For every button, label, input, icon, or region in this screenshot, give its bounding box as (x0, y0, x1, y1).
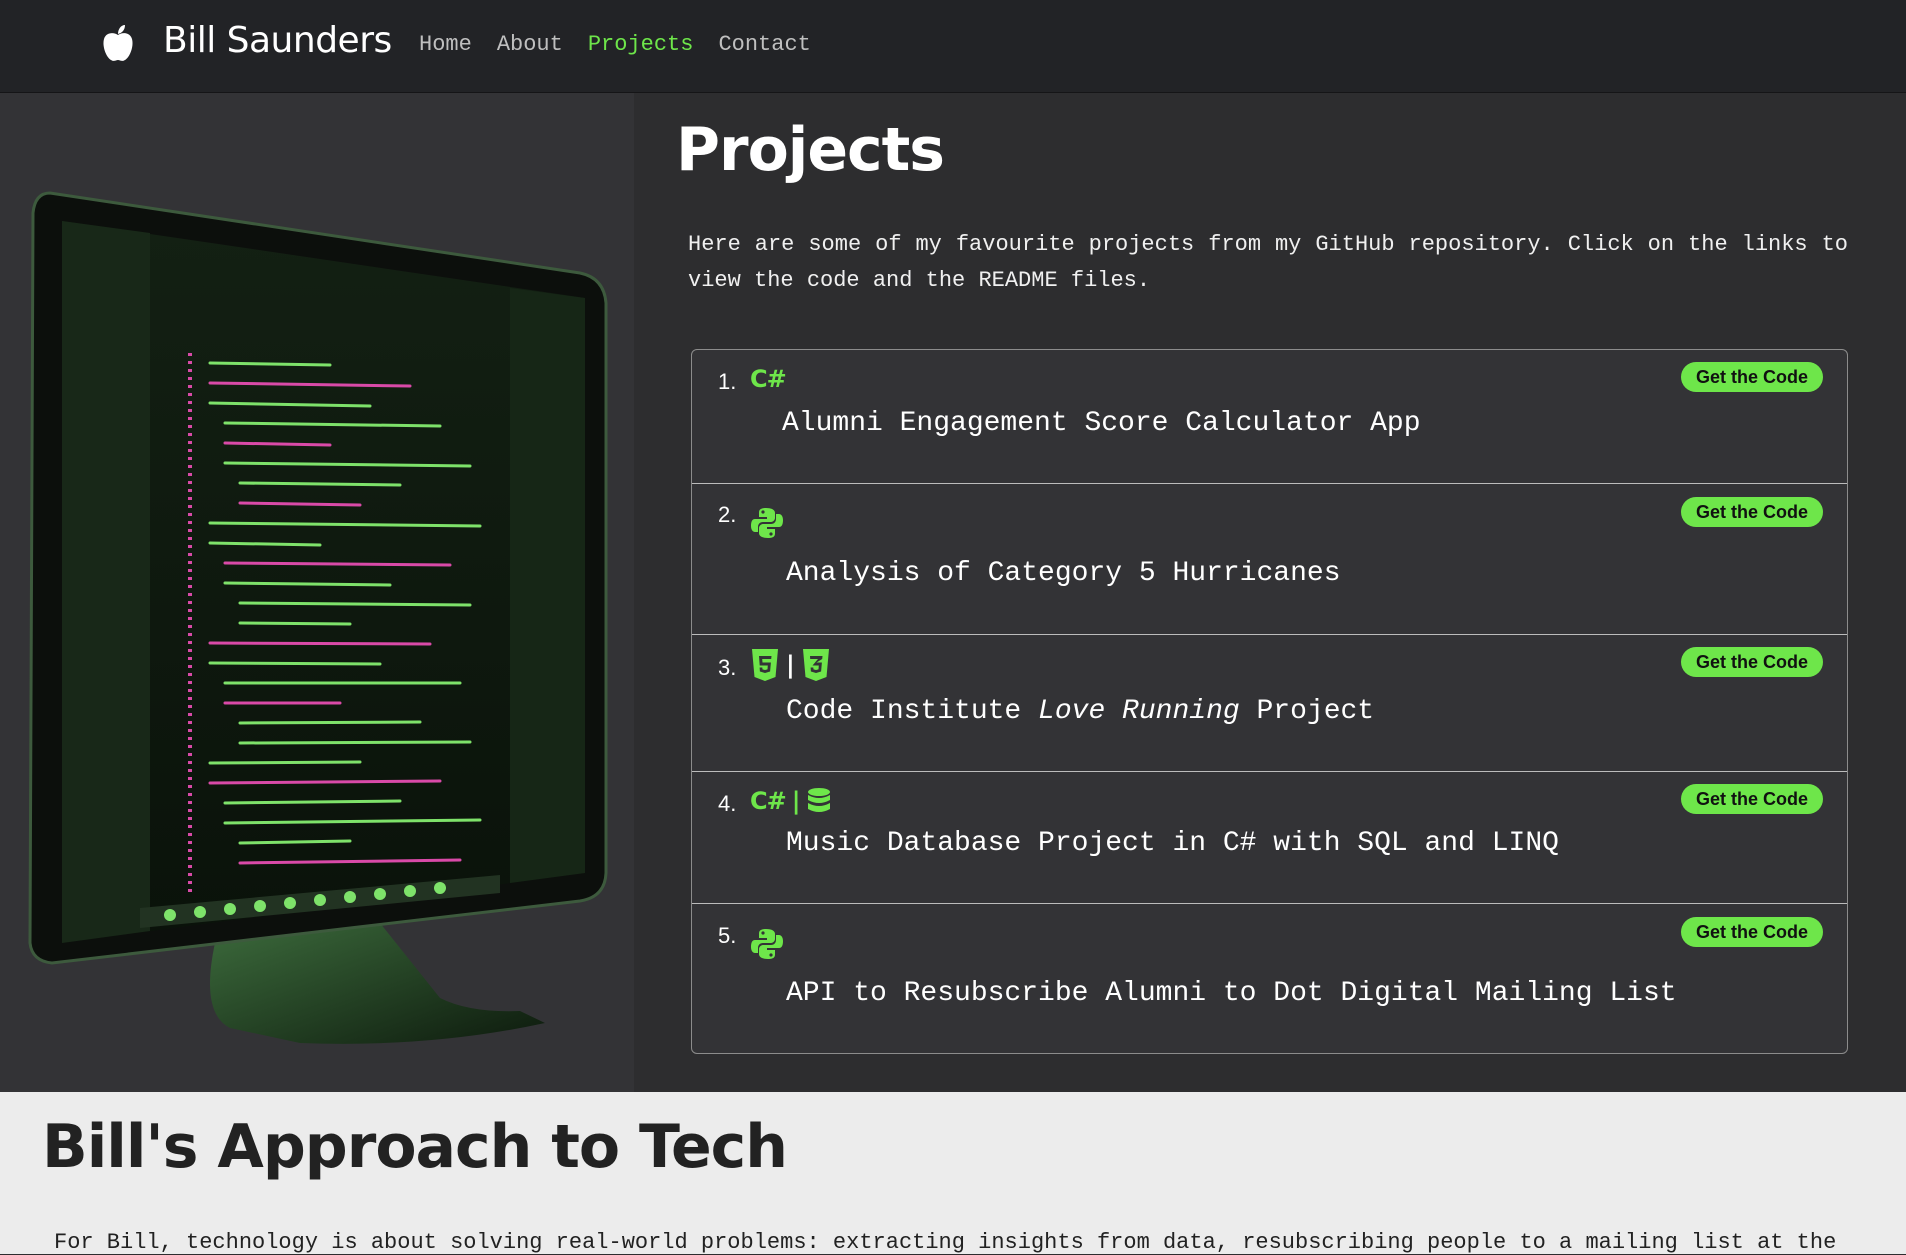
separator: | (791, 787, 801, 815)
project-number: 1. (718, 369, 737, 394)
computer-monitor-image (28, 191, 608, 1044)
approach-text: For Bill, technology is about solving re… (54, 1230, 1837, 1255)
project-number: 2. (718, 502, 737, 527)
projects-intro: Here are some of my favourite projects f… (688, 232, 1848, 293)
get-code-button[interactable]: Get the Code (1681, 917, 1823, 947)
database-icon (807, 788, 830, 812)
project-number: 4. (718, 791, 737, 816)
nav-link-about[interactable]: About (497, 32, 563, 57)
css3-icon (802, 649, 829, 681)
project-title: Music Database Project in C# with SQL an… (786, 828, 1559, 859)
project-item: 5. Get the Code API to Resubscribe Alumn… (692, 903, 1847, 1053)
project-item: 3. | Get the Code Code Institute Love Ru… (692, 634, 1847, 771)
project-item: 2. Get the Code Analysis of Category 5 H… (692, 483, 1847, 634)
project-icons (750, 506, 784, 540)
project-icons: | (750, 648, 831, 682)
page-title: Projects (676, 115, 945, 185)
project-title: Analysis of Category 5 Hurricanes (786, 558, 1341, 589)
project-item: 1. C# Get the Code Alumni Engagement Sco… (692, 350, 1847, 483)
get-code-button[interactable]: Get the Code (1681, 362, 1823, 392)
brand-name[interactable]: Bill Saunders (163, 20, 392, 61)
apple-icon[interactable] (100, 24, 136, 64)
project-number: 5. (718, 923, 737, 948)
projects-section: Projects Here are some of my favourite p… (634, 93, 1906, 1092)
project-list: 1. C# Get the Code Alumni Engagement Sco… (691, 349, 1848, 1054)
nav-link-projects[interactable]: Projects (588, 32, 694, 57)
project-title: Alumni Engagement Score Calculator App (782, 408, 1421, 439)
csharp-icon: C# (750, 787, 787, 815)
nav-link-contact[interactable]: Contact (718, 32, 810, 57)
project-icons (750, 927, 784, 961)
python-icon (751, 929, 783, 959)
project-title-post: Project (1239, 696, 1375, 727)
nav-links: Home About Projects Contact (419, 32, 811, 57)
approach-section: Bill's Approach to Tech For Bill, techno… (0, 1092, 1906, 1255)
project-title-pre: Code Institute (786, 696, 1039, 727)
html5-icon (752, 649, 778, 681)
project-title: API to Resubscribe Alumni to Dot Digital… (786, 978, 1677, 1009)
nav-link-home[interactable]: Home (419, 32, 472, 57)
get-code-button[interactable]: Get the Code (1681, 784, 1823, 814)
project-number: 3. (718, 655, 737, 680)
separator: | (786, 651, 795, 679)
project-item: 4. C# | Get the Code Music Database Proj… (692, 771, 1847, 903)
approach-title: Bill's Approach to Tech (42, 1112, 788, 1182)
project-title-emphasis: Love Running (1038, 696, 1240, 727)
python-icon (751, 508, 783, 538)
navbar: Bill Saunders Home About Projects Contac… (0, 0, 1906, 93)
project-icons: C# (750, 365, 787, 393)
get-code-button[interactable]: Get the Code (1681, 647, 1823, 677)
get-code-button[interactable]: Get the Code (1681, 497, 1823, 527)
project-icons: C# | (750, 787, 831, 815)
hero-image-panel (0, 93, 634, 1092)
project-title: Code Institute Love Running Project (786, 696, 1374, 727)
csharp-icon: C# (750, 365, 787, 393)
